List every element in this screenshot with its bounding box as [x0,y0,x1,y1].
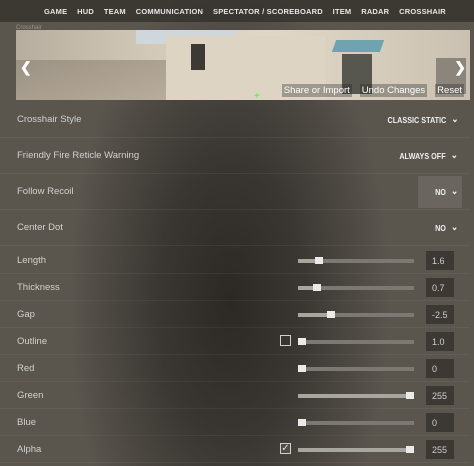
reset-button[interactable]: Reset [435,84,464,97]
undo-changes-button[interactable]: Undo Changes [359,84,428,97]
outline-slider[interactable] [298,338,414,345]
blue-slider[interactable] [298,419,414,426]
preview-ground [16,60,176,100]
outline-row: Outline 1.0 [0,328,470,355]
follow-recoil-row: Follow Recoil NO ⌄ [0,174,470,210]
preview-window [191,44,205,70]
setting-label: Friendly Fire Reticle Warning [17,150,140,161]
slider-handle[interactable] [327,311,336,318]
tab-game[interactable]: GAME [44,7,67,16]
tab-crosshair[interactable]: CROSSHAIR [399,7,446,16]
green-slider[interactable] [298,392,414,399]
share-import-button[interactable]: Share or Import [281,84,352,97]
dropdown-value: NO [434,186,446,197]
slider-handle[interactable] [298,365,306,372]
slider-handle[interactable] [406,392,414,399]
alpha-value-input[interactable]: 255 [426,440,454,459]
slider-label: Alpha [17,443,42,455]
slider-handle[interactable] [298,419,306,426]
tab-spectator-scoreboard[interactable]: SPECTATOR / SCOREBOARD [213,7,323,16]
red-row: Red 0 [0,355,470,382]
length-row: Length 1.6 [0,247,470,274]
thickness-row: Thickness 0.7 [0,274,470,301]
blue-value-input[interactable]: 0 [426,413,454,432]
friendly-fire-row: Friendly Fire Reticle Warning ALWAYS OFF… [0,138,470,174]
gap-slider[interactable] [298,311,414,318]
crosshair-preview: + ❮ ❯ Share or Import Undo Changes Reset [16,30,470,100]
slider-handle[interactable] [313,284,322,291]
crosshair-style-row: Crosshair Style CLASSIC STATIC ⌄ [0,102,470,138]
friendly-fire-dropdown[interactable]: ALWAYS OFF ⌄ [399,150,458,161]
outline-value-input[interactable]: 1.0 [426,332,454,351]
red-slider[interactable] [298,365,414,372]
tab-communication[interactable]: COMMUNICATION [136,7,203,16]
setting-label: Crosshair Style [17,114,82,125]
green-row: Green 255 [0,382,470,409]
thickness-value-input[interactable]: 0.7 [426,278,454,297]
tab-radar[interactable]: RADAR [361,7,389,16]
chevron-down-icon: ⌄ [450,222,458,233]
preview-awning [331,40,385,52]
slider-fill [298,393,410,398]
dropdown-value: ALWAYS OFF [399,150,446,161]
thickness-slider[interactable] [298,284,414,291]
crosshair-icon: + [254,91,260,101]
alpha-slider[interactable] [298,446,414,453]
length-slider[interactable] [298,257,414,264]
follow-recoil-dropdown[interactable]: NO ⌄ [435,186,458,197]
alpha-row: Alpha ✓ 255 [0,436,470,463]
crosshair-style-dropdown[interactable]: CLASSIC STATIC ⌄ [387,114,458,125]
slider-label: Red [17,362,35,374]
slider-handle[interactable] [315,257,324,264]
slider-label: Green [17,389,44,401]
checkmark-icon: ✓ [281,442,290,454]
center-dot-dropdown[interactable]: NO ⌄ [435,222,458,233]
slider-fill [298,447,410,452]
chevron-down-icon: ⌄ [450,186,458,197]
slider-label: Blue [17,416,37,428]
gap-row: Gap -2.5 [0,301,470,328]
slider-handle[interactable] [298,338,306,345]
tab-hud[interactable]: HUD [77,7,94,16]
dropdown-value: CLASSIC STATIC [387,114,446,125]
slider-label: Outline [17,335,48,347]
gap-value-input[interactable]: -2.5 [426,305,454,324]
slider-label: Thickness [17,281,60,293]
chevron-left-icon[interactable]: ❮ [20,60,32,74]
red-value-input[interactable]: 0 [426,359,454,378]
chevron-down-icon: ⌄ [450,114,458,125]
blue-row: Blue 0 [0,409,470,436]
chevron-right-icon[interactable]: ❯ [454,60,466,74]
alpha-checkbox[interactable]: ✓ [280,443,291,454]
slider-label: Length [17,254,47,266]
tab-team[interactable]: TEAM [104,7,126,16]
setting-label: Center Dot [17,222,63,233]
slider-handle[interactable] [406,446,414,453]
tab-item[interactable]: ITEM [333,7,352,16]
outline-checkbox[interactable] [280,335,291,346]
slider-label: Gap [17,308,35,320]
chevron-down-icon: ⌄ [450,150,458,161]
settings-tab-bar: GAME HUD TEAM COMMUNICATION SPECTATOR / … [0,0,474,22]
setting-label: Follow Recoil [17,186,74,197]
dropdown-value: NO [434,222,446,233]
green-value-input[interactable]: 255 [426,386,454,405]
center-dot-row: Center Dot NO ⌄ [0,210,470,246]
length-value-input[interactable]: 1.6 [426,251,454,270]
